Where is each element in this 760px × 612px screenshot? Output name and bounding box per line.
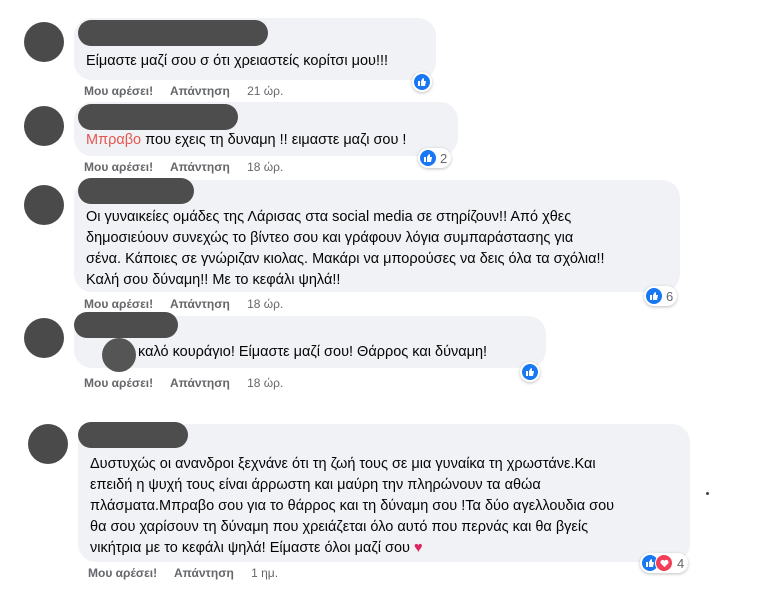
reply-link[interactable]: Απάντηση [170, 160, 230, 174]
like-link[interactable]: Μου αρέσει! [84, 297, 153, 311]
timestamp[interactable]: 18 ώρ. [247, 160, 283, 174]
timestamp[interactable]: 18 ώρ. [247, 297, 283, 311]
timestamp[interactable]: 18 ώρ. [247, 376, 283, 390]
redacted-avatar [102, 338, 136, 372]
heart-emoji: ♥ [414, 540, 423, 556]
comment-bubble: Δυστυχώς οι ανανδροι ξεχνάνε ότι τη ζωή … [78, 422, 690, 562]
comment-text: Μπραβο που εχεις τη δυναμη !! ειμαστε μα… [86, 130, 448, 151]
comment-line: Οι γυναικείες ομάδες της Λάρισας στα soc… [86, 209, 572, 225]
reaction-count: 2 [440, 150, 448, 166]
avatar[interactable] [24, 318, 64, 358]
reply-link[interactable]: Απάντηση [170, 376, 230, 390]
comment-actions: Μου αρέσει! Απάντηση 18 ώρ. [84, 376, 297, 390]
options-dot [706, 492, 709, 495]
like-link[interactable]: Μου αρέσει! [88, 566, 157, 580]
reaction-badge[interactable]: 2 [418, 148, 452, 168]
reply-link[interactable]: Απάντηση [170, 297, 230, 311]
comment-line: Δυστυχώς οι ανανδροι ξεχνάνε ότι τη ζωή … [90, 456, 596, 472]
reply-link[interactable]: Απάντηση [170, 84, 230, 98]
redacted-name [74, 312, 178, 338]
comment-line: θα σου χαρίσουν τη δύναμη που χρειάζεται… [90, 519, 589, 535]
reaction-badge[interactable]: 4 [640, 553, 689, 573]
like-icon [414, 74, 430, 90]
timestamp[interactable]: 21 ώρ. [247, 84, 283, 98]
like-icon [420, 150, 436, 166]
comment-line: δημοσιεύουν συνεχώς το βίντεο σου και γρ… [86, 230, 574, 246]
like-link[interactable]: Μου αρέσει! [84, 160, 153, 174]
reaction-count: 6 [666, 288, 674, 304]
tagged-name[interactable]: Μπραβο [86, 132, 141, 148]
like-link[interactable]: Μου αρέσει! [84, 84, 153, 98]
redacted-name [78, 422, 188, 448]
comment-actions: Μου αρέσει! Απάντηση 18 ώρ. [84, 160, 297, 174]
comment-text: καλό κουράγιο! Είμαστε μαζί σου! Θάρρος … [138, 344, 488, 360]
avatar[interactable] [24, 185, 64, 225]
comment-actions: Μου αρέσει! Απάντηση 18 ώρ. [84, 297, 297, 311]
like-icon [522, 364, 538, 380]
timestamp[interactable]: 1 ημ. [251, 566, 278, 580]
comment-bubble: Είμαστε μαζί σου σ ότι χρειαστείς κορίτσ… [74, 18, 436, 80]
redacted-name [78, 104, 238, 130]
avatar[interactable] [24, 22, 64, 62]
comment-text: Είμαστε μαζί σου σ ότι χρειαστείς κορίτσ… [86, 53, 389, 69]
avatar[interactable] [28, 424, 68, 464]
avatar[interactable] [24, 106, 64, 146]
redacted-name [78, 178, 194, 204]
comment-line: επειδή η ψυχή τους είναι άρρωστη και μαύ… [90, 477, 541, 493]
reaction-badge[interactable] [412, 72, 432, 92]
comment-actions: Μου αρέσει! Απάντηση 21 ώρ. [84, 84, 297, 98]
comment-text: Δυστυχώς οι ανανδροι ξεχνάνε ότι τη ζωή … [90, 454, 680, 559]
reaction-badge[interactable]: 6 [644, 286, 678, 306]
comment-body: που εχεις τη δυναμη !! ειμαστε μαζι σου … [141, 132, 407, 148]
comment-bubble: Μπραβο που εχεις τη δυναμη !! ειμαστε μα… [74, 102, 458, 156]
redacted-name [78, 20, 268, 46]
love-icon [655, 554, 673, 572]
reply-link[interactable]: Απάντηση [174, 566, 234, 580]
like-link[interactable]: Μου αρέσει! [84, 376, 153, 390]
reaction-badge[interactable] [520, 362, 540, 382]
comment-actions: Μου αρέσει! Απάντηση 1 ημ. [88, 566, 292, 580]
comment-line: πλάσματα.Μπραβο σου για το θάρρος και τη… [90, 498, 615, 514]
comment-line: Καλή σου δύναμη!! Με το κεφάλι ψηλά!! [86, 272, 341, 288]
comment-line: νικήτρια με το κεφάλι ψηλά! Είμαστε όλοι… [90, 540, 410, 556]
comment-bubble: καλό κουράγιο! Είμαστε μαζί σου! Θάρρος … [74, 312, 546, 368]
like-icon [646, 288, 662, 304]
comment-line: σένα. Κάποιες σε γνώριζαν κιολας. Μακάρι… [86, 251, 605, 267]
comment-text: Οι γυναικείες ομάδες της Λάρισας στα soc… [86, 207, 670, 291]
reaction-count: 4 [677, 555, 685, 571]
comment-bubble: Οι γυναικείες ομάδες της Λάρισας στα soc… [74, 178, 680, 292]
